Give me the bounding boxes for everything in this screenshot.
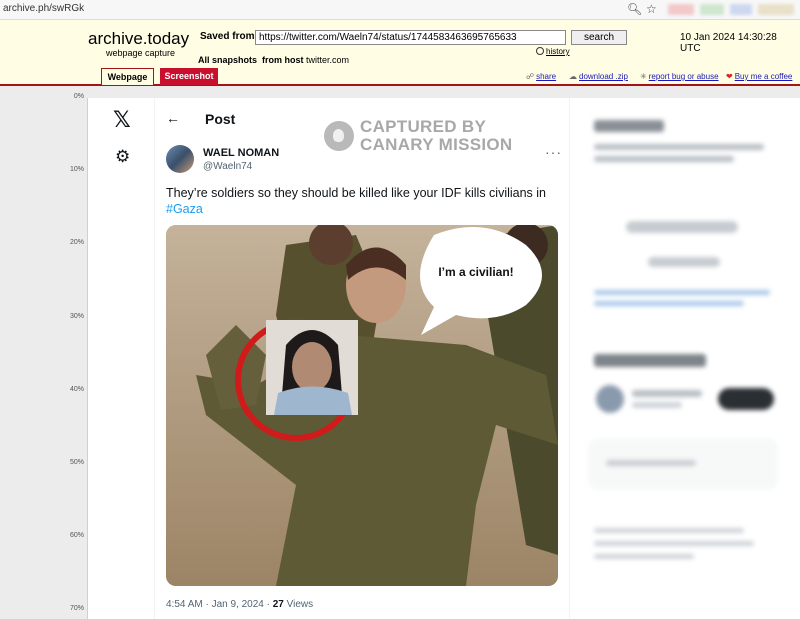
download-zip-link[interactable]: ☁ download .zip — [569, 72, 628, 81]
archive-header: archive.today webpage capture Saved from… — [0, 20, 800, 86]
buy-coffee-link[interactable]: ❤ Buy me a coffee — [726, 72, 792, 81]
sidebar-avatar[interactable] — [596, 385, 624, 413]
extension-icon[interactable] — [730, 4, 752, 15]
nav-divider — [154, 98, 155, 619]
clock-icon — [536, 47, 544, 55]
ruler-mark: 30% — [69, 313, 84, 320]
ruler-mark: 50% — [69, 459, 84, 466]
tweet-media-image[interactable]: I’m a civilian! — [166, 225, 558, 586]
sidebar-footer-line — [594, 528, 744, 533]
cloud-download-icon: ☁ — [569, 72, 577, 81]
watermark-line2: CANARY MISSION — [360, 135, 513, 154]
heart-icon: ❤ — [726, 72, 733, 81]
canary-seal-icon — [324, 121, 354, 151]
ruler-mark: 0% — [73, 93, 84, 100]
views-count: 27 — [272, 599, 284, 610]
gear-icon[interactable]: ⚙ — [115, 147, 130, 167]
sidebar-user-name — [632, 390, 702, 397]
hashtag-link[interactable]: #Gaza — [166, 202, 203, 216]
watermark-line1: CAPTURED BY — [360, 117, 487, 136]
all-snapshots: All snapshots from host twitter.com — [198, 55, 349, 65]
archive-brand[interactable]: archive.today — [88, 29, 189, 49]
tab-screenshot[interactable]: Screenshot — [160, 68, 218, 85]
sidebar-heading — [594, 120, 664, 132]
ruler-mark: 70% — [69, 605, 84, 612]
search-button[interactable]: search — [571, 30, 627, 45]
extension-icon[interactable] — [668, 4, 694, 15]
share-icon: ☍ — [526, 72, 535, 81]
saved-url-input[interactable]: https://twitter.com/Waeln74/status/17445… — [255, 30, 566, 45]
all-snapshots-label: All snapshots — [198, 55, 258, 65]
sidebar-text-line — [594, 144, 764, 150]
views-label: Views — [286, 599, 314, 610]
sidebar-text-line — [594, 156, 734, 162]
author-handle[interactable]: @Waeln74 — [203, 161, 252, 172]
sidebar-footer-line — [594, 554, 694, 559]
watermark-text: CAPTURED BY CANARY MISSION — [360, 118, 560, 154]
avatar[interactable] — [166, 145, 194, 173]
sidebar-footer-line — [594, 541, 754, 546]
zoom-icon[interactable]: 🔍︎ — [627, 2, 642, 16]
ruler-mark: 60% — [69, 532, 84, 539]
share-label: share — [536, 72, 557, 81]
sidebar-create-account-button[interactable] — [648, 257, 720, 267]
post-header-title: Post — [205, 111, 236, 127]
tab-webpage[interactable]: Webpage — [101, 68, 154, 85]
sidebar-relevant-heading — [594, 354, 706, 367]
sidebar-terms-line — [594, 290, 770, 295]
from-host-label: from host — [262, 55, 304, 65]
ruler-mark: 10% — [69, 166, 84, 173]
report-label: report bug or abuse — [648, 72, 719, 81]
download-label: download .zip — [579, 72, 628, 81]
address-text[interactable]: archive.ph/swRGk — [3, 3, 84, 14]
sidebar-follow-button[interactable] — [718, 388, 774, 410]
tweet-time[interactable]: 4:54 AM · Jan 9, 2024 · — [166, 599, 270, 610]
sidebar-text-line — [606, 460, 696, 466]
speech-bubble-text: I’m a civilian! — [438, 265, 514, 279]
sidebar-divider — [569, 98, 570, 619]
history-link[interactable]: history — [536, 47, 570, 56]
star-icon[interactable]: ☆ — [646, 2, 657, 16]
author-name[interactable]: WAEL NOMAN — [203, 147, 279, 159]
bug-icon: ✳ — [640, 72, 647, 81]
share-link[interactable]: ☍ share — [526, 72, 556, 81]
back-arrow-icon[interactable]: ← — [166, 110, 180, 126]
coffee-label: Buy me a coffee — [734, 72, 793, 81]
ruler-mark: 20% — [69, 239, 84, 246]
tweet-timestamp: 4:54 AM · Jan 9, 2024 · 27 Views — [166, 599, 313, 610]
sidebar-user-handle — [632, 402, 682, 408]
capture-datetime: 10 Jan 2024 14:30:28 UTC — [680, 32, 777, 54]
media-scene — [166, 225, 558, 586]
sidebar-signup-button[interactable] — [626, 221, 738, 233]
more-options-icon[interactable]: ··· — [545, 144, 562, 160]
archive-brand-subtitle: webpage capture — [106, 48, 176, 58]
ruler-mark: 40% — [69, 386, 84, 393]
browser-address-bar: archive.ph/swRGk 🔍︎ ☆ — [0, 0, 800, 20]
tweet-text-body: They’re soldiers so they should be kille… — [166, 186, 547, 200]
saved-from-label: Saved from — [200, 31, 255, 42]
extension-icon[interactable] — [758, 4, 794, 15]
history-label: history — [546, 47, 570, 56]
extension-icon[interactable] — [700, 4, 724, 15]
report-bug-link[interactable]: ✳ report bug or abuse — [640, 72, 719, 81]
x-logo-icon[interactable]: 𝕏 — [113, 108, 131, 133]
sidebar-terms-line — [594, 301, 744, 306]
host-link[interactable]: twitter.com — [306, 55, 349, 65]
tweet-text: They’re soldiers so they should be kille… — [166, 185, 561, 217]
